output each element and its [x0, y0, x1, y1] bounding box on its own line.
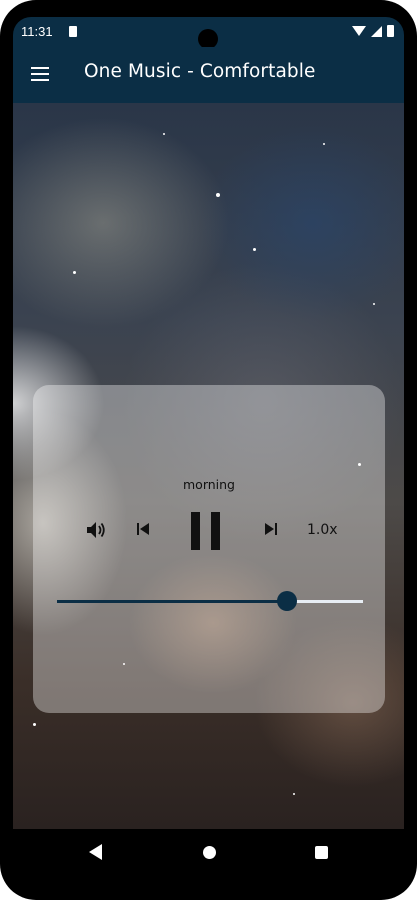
star [33, 723, 36, 726]
camera-cutout [198, 29, 218, 49]
star [293, 793, 295, 795]
playback-speed-button[interactable]: 1.0x [307, 522, 338, 538]
battery-icon [387, 25, 394, 37]
screen: 11:31 One Music - Comfortable morning 1.… [13, 17, 404, 875]
star [163, 133, 165, 135]
hamburger-menu-icon[interactable] [31, 67, 49, 81]
back-icon[interactable] [89, 844, 103, 860]
wifi-icon [352, 26, 366, 36]
home-icon[interactable] [203, 846, 216, 859]
star [73, 271, 76, 274]
status-time: 11:31 [21, 24, 53, 39]
skip-next-icon[interactable] [265, 523, 277, 535]
app-bar: One Music - Comfortable [13, 47, 404, 103]
track-title: morning [183, 477, 235, 492]
phone-frame: 11:31 One Music - Comfortable morning 1.… [0, 0, 417, 900]
star [216, 193, 220, 197]
app-title: One Music - Comfortable [84, 61, 316, 82]
seek-progress-fill [57, 600, 287, 603]
playback-controls: 1.0x [33, 509, 385, 553]
seek-thumb[interactable] [276, 591, 297, 611]
star [253, 248, 256, 251]
galaxy-background-image: morning 1.0x [13, 103, 404, 829]
signal-icon [371, 25, 382, 37]
system-navigation-bar [13, 829, 404, 875]
volume-icon[interactable] [86, 521, 106, 539]
recents-icon[interactable] [315, 846, 328, 859]
seek-slider[interactable] [57, 591, 363, 611]
status-icons [352, 25, 394, 37]
player-card: morning 1.0x [33, 385, 385, 713]
star [373, 303, 375, 305]
status-bar: 11:31 [13, 17, 404, 49]
skip-previous-icon[interactable] [137, 523, 149, 535]
sim-card-icon [69, 26, 77, 37]
star [323, 143, 325, 145]
